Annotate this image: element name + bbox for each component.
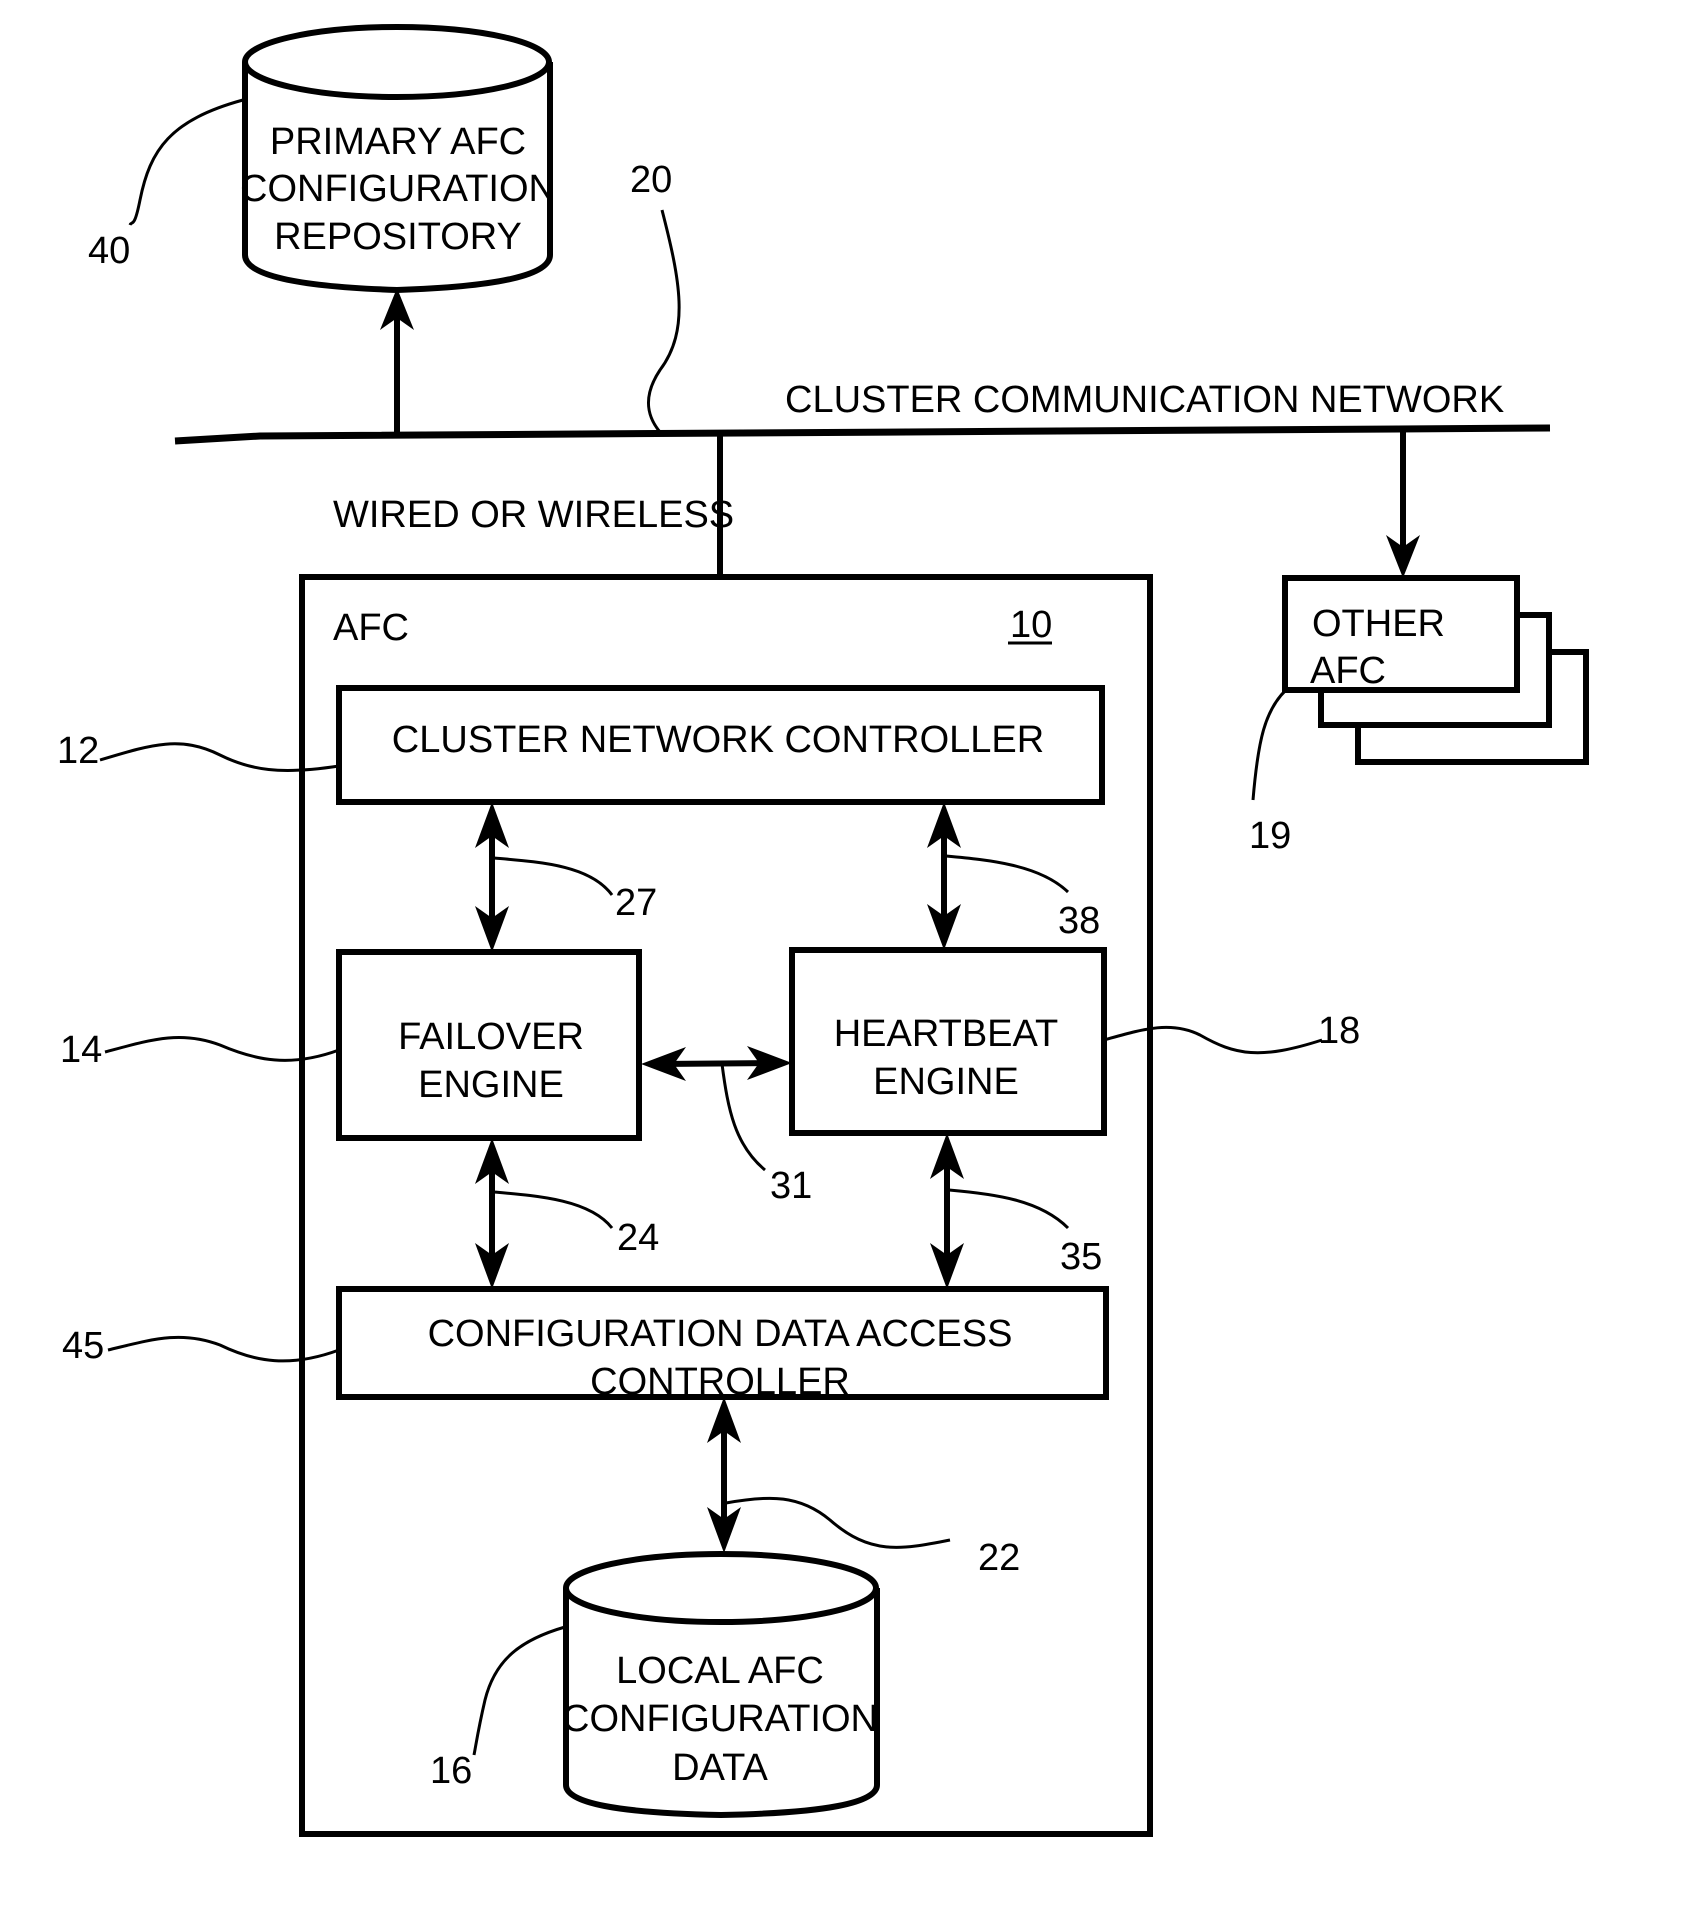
ref-label-31: 31	[770, 1165, 812, 1207]
cdac-line-2: CONTROLLER	[590, 1361, 850, 1403]
ref-leader-19	[1251, 688, 1288, 801]
heartbeat-line-1: HEARTBEAT	[834, 1013, 1059, 1055]
ref-label-45: 45	[62, 1325, 104, 1367]
ref-label-19: 19	[1249, 815, 1291, 857]
wired-or-wireless-label: WIRED OR WIRELESS	[333, 494, 734, 536]
primary-config-repository: PRIMARY AFC CONFIGURATION REPOSITORY	[240, 24, 556, 294]
ref-label-20: 20	[630, 159, 672, 201]
primary-repo-line-1: PRIMARY AFC	[270, 121, 526, 163]
cdac-line-1: CONFIGURATION DATA ACCESS	[428, 1313, 1013, 1355]
heartbeat-engine: HEARTBEAT ENGINE	[789, 947, 1107, 1136]
afc-cluster-diagram: PRIMARY AFC CONFIGURATION REPOSITORY 40 …	[57, 24, 1589, 1837]
cnc-label: CLUSTER NETWORK CONTROLLER	[392, 719, 1044, 761]
primary-repo-line-2: CONFIGURATION	[240, 168, 556, 210]
primary-repo-line-3: REPOSITORY	[274, 216, 522, 258]
ref-label-14: 14	[60, 1029, 102, 1071]
local-line-3: DATA	[672, 1747, 768, 1789]
afc-label: AFC	[333, 607, 409, 649]
ref-label-16: 16	[430, 1750, 472, 1792]
local-line-2: CONFIGURATION	[562, 1698, 878, 1740]
heartbeat-line-2: ENGINE	[873, 1061, 1019, 1103]
cluster-network-label: CLUSTER COMMUNICATION NETWORK	[785, 379, 1504, 421]
ref-label-38: 38	[1058, 900, 1100, 942]
ref-label-12: 12	[57, 730, 99, 772]
ref-label-27: 27	[615, 882, 657, 924]
other-afc-line-1: OTHER	[1312, 603, 1445, 645]
ref-label-24: 24	[617, 1217, 659, 1259]
ref-label-40: 40	[88, 230, 130, 272]
arrow-network-to-other-afc	[1386, 430, 1420, 578]
arrow-network-to-primary	[380, 288, 414, 432]
ref-label-10: 10	[1010, 604, 1052, 646]
ref-leader-20	[646, 209, 681, 433]
ref-leader-40	[128, 98, 244, 226]
other-afc-stack: OTHER AFC	[1282, 575, 1589, 765]
ref-label-18: 18	[1318, 1010, 1360, 1052]
ref-label-22: 22	[978, 1537, 1020, 1579]
other-afc-line-2: AFC	[1310, 650, 1386, 692]
local-line-1: LOCAL AFC	[616, 1650, 824, 1692]
cluster-network-line	[174, 424, 1551, 445]
local-config-data: LOCAL AFC CONFIGURATION DATA	[562, 1551, 880, 1819]
failover-line-1: FAILOVER	[398, 1016, 584, 1058]
failover-engine: FAILOVER ENGINE	[336, 949, 642, 1141]
cluster-network-controller: CLUSTER NETWORK CONTROLLER	[336, 685, 1105, 805]
config-data-access-controller: CONFIGURATION DATA ACCESS CONTROLLER	[336, 1286, 1109, 1403]
ref-label-35: 35	[1060, 1236, 1102, 1278]
failover-line-2: ENGINE	[418, 1064, 564, 1106]
